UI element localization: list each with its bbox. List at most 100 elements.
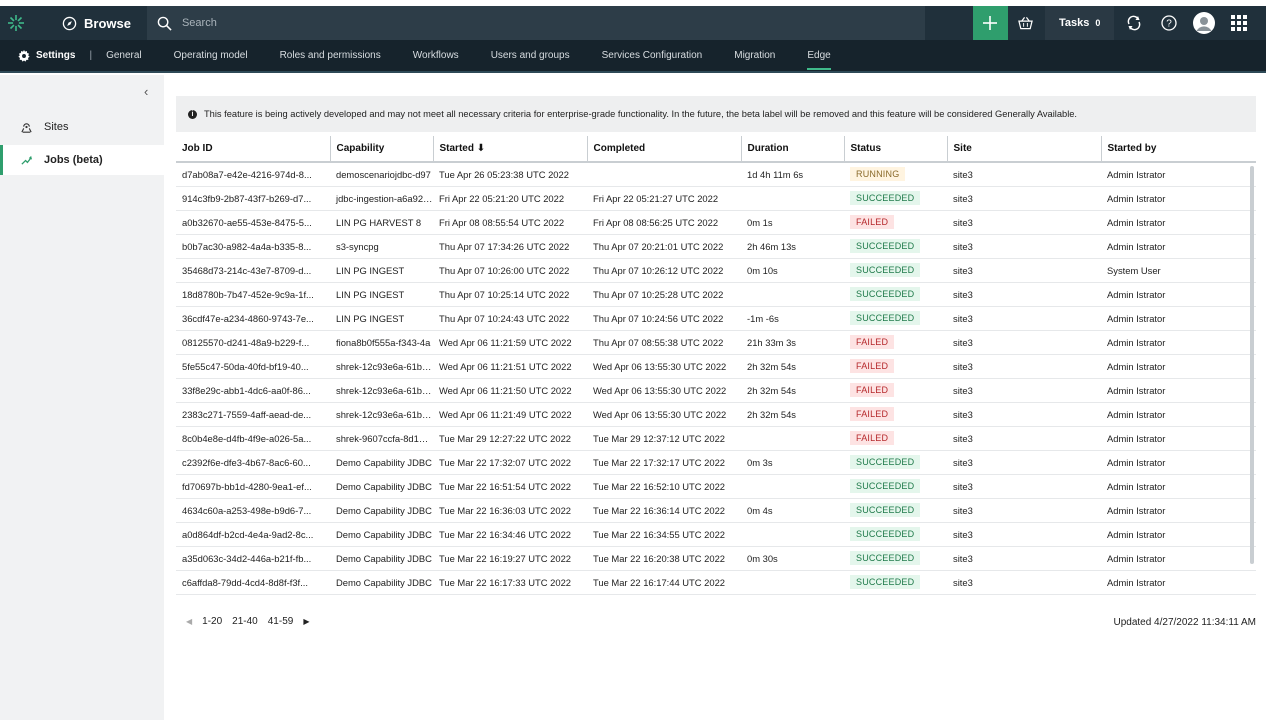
cell-started-by: Admin Istrator bbox=[1101, 330, 1256, 355]
tab-edge-label: Edge bbox=[807, 50, 831, 61]
top-bar: Browse Tasks 0 bbox=[0, 6, 1266, 40]
sidebar-item-sites[interactable]: Sites bbox=[0, 112, 164, 142]
app-logo-icon[interactable] bbox=[0, 6, 32, 40]
cell-job-id[interactable]: d7ab08a7-e42e-4216-974d-8... bbox=[176, 162, 330, 187]
column-header-duration[interactable]: Duration bbox=[741, 136, 845, 163]
cell-duration: -1m -6s bbox=[741, 306, 844, 331]
cell-job-id[interactable]: fd70697b-bb1d-4280-9ea1-ef... bbox=[176, 474, 330, 499]
table-header-row: Job ID Capability Started ⬇ Completed Du… bbox=[176, 136, 1256, 163]
activity-button[interactable] bbox=[1116, 6, 1151, 40]
table-row[interactable]: a0d864df-b2cd-4e4a-9ad2-8c... Demo Capabi… bbox=[176, 522, 1256, 547]
table-row[interactable]: 914c3fb9-2b87-43f7-b269-d7... jdbc-ingest… bbox=[176, 186, 1256, 211]
table-row[interactable]: a0b32670-ae55-453e-8475-5... LIN PG HARVE… bbox=[176, 210, 1256, 235]
table-row[interactable]: 2383c271-7559-4aff-aead-de... shrek-12c93… bbox=[176, 402, 1256, 427]
table-row[interactable]: 35468d73-214c-43e7-8709-d... LIN PG INGES… bbox=[176, 258, 1256, 283]
create-button[interactable] bbox=[972, 6, 1008, 40]
cell-job-id[interactable]: c6affda8-79dd-4cd4-8d8f-f3f... bbox=[176, 570, 330, 595]
cell-job-id[interactable]: 5fe55c47-50da-40fd-bf19-40... bbox=[176, 354, 330, 379]
avatar-button[interactable] bbox=[1186, 6, 1221, 40]
cell-started: Tue Mar 22 16:34:46 UTC 2022 bbox=[433, 522, 587, 547]
tasks-button[interactable]: Tasks 0 bbox=[1044, 6, 1115, 40]
cell-capability: shrek-12c93e6a-61bb-4 bbox=[330, 378, 433, 403]
cell-site: site3 bbox=[947, 522, 1101, 547]
cell-job-id[interactable]: 08125570-d241-48a9-b229-f... bbox=[176, 330, 330, 355]
tab-edge[interactable]: Edge bbox=[807, 39, 832, 72]
cell-job-id[interactable]: 18d8780b-7b47-452e-9c9a-1f... bbox=[176, 282, 330, 307]
table-row[interactable]: 18d8780b-7b47-452e-9c9a-1f... LIN PG INGE… bbox=[176, 282, 1256, 307]
cell-job-id[interactable]: 36cdf47e-a234-4860-9743-7e... bbox=[176, 306, 330, 331]
cell-status: FAILED bbox=[844, 210, 947, 235]
table-row[interactable]: 36cdf47e-a234-4860-9743-7e... LIN PG INGE… bbox=[176, 306, 1256, 331]
tab-general[interactable]: General bbox=[106, 39, 142, 72]
table-row[interactable]: 08125570-d241-48a9-b229-f... fiona8b0f555… bbox=[176, 330, 1256, 355]
cell-started-by: Admin Istrator bbox=[1101, 282, 1256, 307]
cell-job-id[interactable]: a0b32670-ae55-453e-8475-5... bbox=[176, 210, 330, 235]
tab-workflows[interactable]: Workflows bbox=[413, 39, 459, 72]
table-row[interactable]: fd70697b-bb1d-4280-9ea1-ef... Demo Capabi… bbox=[176, 474, 1256, 499]
tab-users-and-groups[interactable]: Users and groups bbox=[491, 39, 570, 72]
status-badge: SUCCEEDED bbox=[850, 239, 921, 253]
column-header-completed[interactable]: Completed bbox=[587, 136, 742, 163]
table-row[interactable]: 5fe55c47-50da-40fd-bf19-40... shrek-12c93… bbox=[176, 354, 1256, 379]
column-header-started-by[interactable]: Started by bbox=[1101, 136, 1256, 163]
table-scrollbar-thumb[interactable] bbox=[1250, 166, 1254, 564]
page-link-21-40[interactable]: 21-40 bbox=[232, 616, 258, 627]
cell-job-id[interactable]: 4634c60a-a253-498e-b9d6-7... bbox=[176, 498, 330, 523]
cell-capability: LIN PG INGEST bbox=[330, 258, 433, 283]
column-header-capability[interactable]: Capability bbox=[330, 136, 434, 163]
cell-job-id[interactable]: 35468d73-214c-43e7-8709-d... bbox=[176, 258, 330, 283]
cell-job-id[interactable]: 33f8e29c-abb1-4dc6-aa0f-86... bbox=[176, 378, 330, 403]
cell-status: SUCCEEDED bbox=[844, 522, 947, 547]
help-icon: ? bbox=[1161, 15, 1177, 31]
tab-roles-and-permissions[interactable]: Roles and permissions bbox=[280, 39, 381, 72]
cell-duration bbox=[741, 186, 844, 211]
basket-button[interactable] bbox=[1008, 6, 1043, 40]
column-header-job-id[interactable]: Job ID bbox=[176, 136, 331, 163]
table-row[interactable]: c6affda8-79dd-4cd4-8d8f-f3f... Demo Capab… bbox=[176, 570, 1256, 595]
table-row[interactable]: 33f8e29c-abb1-4dc6-aa0f-86... shrek-12c93… bbox=[176, 378, 1256, 403]
page-link-1-20[interactable]: 1-20 bbox=[202, 616, 222, 627]
cell-job-id[interactable]: a35d063c-34d2-446a-b21f-fb... bbox=[176, 546, 330, 571]
cell-job-id[interactable]: c2392f6e-dfe3-4b67-8ac6-60... bbox=[176, 450, 330, 475]
jobs-icon bbox=[21, 155, 33, 165]
apps-button[interactable] bbox=[1221, 6, 1256, 40]
cell-started-by: Admin Istrator bbox=[1101, 546, 1256, 571]
column-header-status[interactable]: Status bbox=[844, 136, 948, 163]
sidebar-item-jobs[interactable]: Jobs (beta) bbox=[0, 145, 164, 175]
status-badge: SUCCEEDED bbox=[850, 527, 921, 541]
table-row[interactable]: 4634c60a-a253-498e-b9d6-7... Demo Capabil… bbox=[176, 498, 1256, 523]
cell-duration bbox=[741, 282, 844, 307]
next-page-icon[interactable]: ▶ bbox=[303, 617, 309, 626]
tab-operating-model[interactable]: Operating model bbox=[174, 39, 248, 72]
tab-services-configuration[interactable]: Services Configuration bbox=[602, 39, 703, 72]
table-row[interactable]: b0b7ac30-a982-4a4a-b335-8... s3-syncpg Thu… bbox=[176, 234, 1256, 259]
help-button[interactable]: ? bbox=[1151, 6, 1186, 40]
cell-job-id[interactable]: 8c0b4e8e-d4fb-4f9e-a026-5a... bbox=[176, 426, 330, 451]
table-scrollbar[interactable] bbox=[1250, 166, 1256, 596]
table-row[interactable]: a35d063c-34d2-446a-b21f-fb... Demo Capabi… bbox=[176, 546, 1256, 571]
table-row[interactable]: d7ab08a7-e42e-4216-974d-8... demoscenario… bbox=[176, 162, 1256, 187]
browse-button[interactable]: Browse bbox=[32, 6, 147, 40]
search-bar[interactable] bbox=[146, 6, 925, 40]
cell-completed bbox=[587, 162, 741, 187]
cell-capability: Demo Capability JDBC bbox=[330, 450, 433, 475]
table-row[interactable]: 8c0b4e8e-d4fb-4f9e-a026-5a... shrek-9607c… bbox=[176, 426, 1256, 451]
cell-job-id[interactable]: b0b7ac30-a982-4a4a-b335-8... bbox=[176, 234, 330, 259]
cell-job-id[interactable]: 914c3fb9-2b87-43f7-b269-d7... bbox=[176, 186, 330, 211]
status-badge: FAILED bbox=[850, 431, 895, 445]
page-link-41-59[interactable]: 41-59 bbox=[268, 616, 294, 627]
refresh-arrows-icon bbox=[1127, 15, 1141, 31]
tab-general-label: General bbox=[106, 50, 142, 61]
cell-started: Thu Apr 07 10:24:43 UTC 2022 bbox=[433, 306, 587, 331]
cell-job-id[interactable]: a0d864df-b2cd-4e4a-9ad2-8c... bbox=[176, 522, 330, 547]
search-input[interactable] bbox=[181, 17, 882, 29]
cell-status: SUCCEEDED bbox=[844, 306, 947, 331]
column-header-site[interactable]: Site bbox=[947, 136, 1102, 163]
cell-site: site3 bbox=[947, 258, 1101, 283]
prev-page-icon[interactable]: ◀ bbox=[186, 617, 192, 626]
cell-job-id[interactable]: 2383c271-7559-4aff-aead-de... bbox=[176, 402, 330, 427]
table-row[interactable]: c2392f6e-dfe3-4b67-8ac6-60... Demo Capabi… bbox=[176, 450, 1256, 475]
column-header-started[interactable]: Started ⬇ bbox=[433, 136, 588, 163]
collapse-sidebar-chevron-icon[interactable]: ‹ bbox=[144, 84, 148, 99]
tab-migration[interactable]: Migration bbox=[734, 39, 775, 72]
